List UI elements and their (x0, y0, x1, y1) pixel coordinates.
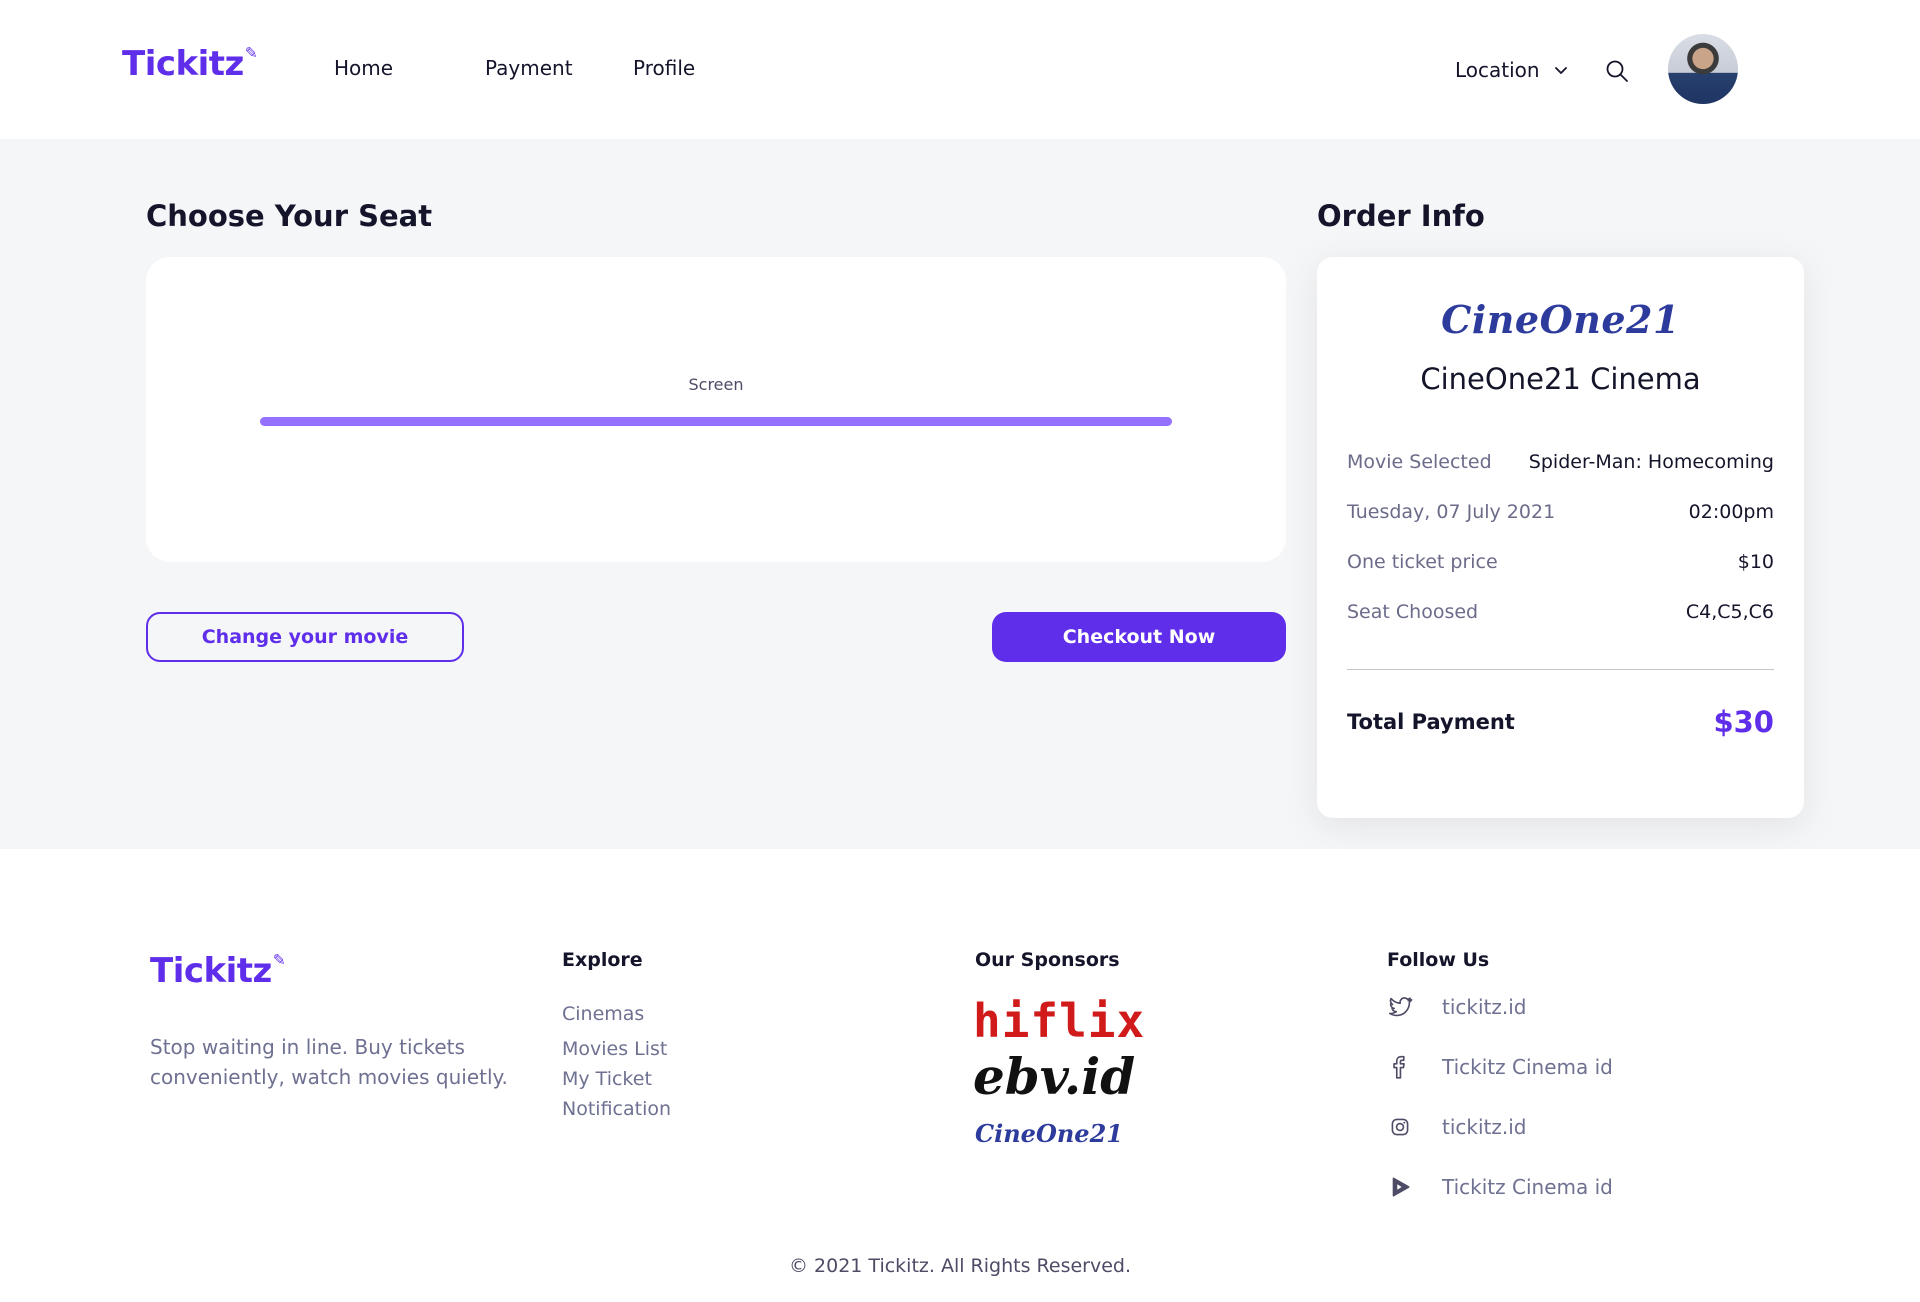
nav-payment[interactable]: Payment (485, 56, 573, 80)
info-row-movie: Movie Selected Spider-Man: Homecoming (1347, 451, 1774, 473)
sponsor-ebv-logo: ebv.id (973, 1047, 1136, 1106)
info-row-seats: Seat Choosed C4,C5,C6 (1347, 601, 1774, 623)
tickitz-logo[interactable]: Tickitz✎ (122, 44, 258, 84)
sponsors-title: Our Sponsors (975, 949, 1120, 971)
location-label: Location (1455, 58, 1540, 82)
explore-list: Cinemas Movies List My Ticket Notificati… (562, 999, 671, 1124)
info-key: Tuesday, 07 July 2021 (1347, 501, 1556, 523)
info-value: $10 (1737, 551, 1774, 573)
checkout-button[interactable]: Checkout Now (992, 612, 1286, 662)
user-avatar[interactable] (1668, 34, 1738, 104)
cinema-name: CineOne21 Cinema (1420, 362, 1701, 396)
info-key: Movie Selected (1347, 451, 1492, 473)
logo-text: Tickitz (122, 44, 244, 84)
instagram-icon (1384, 1111, 1416, 1143)
social-label: tickitz.id (1442, 1115, 1527, 1139)
total-value: $30 (1713, 705, 1774, 739)
copyright-text: © 2021 Tickitz. All Rights Reserved. (789, 1255, 1131, 1277)
footer-logo[interactable]: Tickitz✎ (150, 951, 286, 991)
cineone21-logo: CineOne21 (1441, 297, 1680, 342)
youtube-icon (1384, 1171, 1416, 1203)
explore-title: Explore (562, 949, 643, 971)
nav-profile[interactable]: Profile (633, 56, 695, 80)
info-key: Seat Choosed (1347, 601, 1479, 623)
social-label: tickitz.id (1442, 995, 1527, 1019)
location-dropdown[interactable]: Location (1455, 58, 1568, 82)
footer: Tickitz✎ Stop waiting in line. Buy ticke… (0, 849, 1920, 1302)
header: Tickitz✎ Home Payment Profile Location (0, 0, 1920, 139)
choose-seat-title: Choose Your Seat (146, 199, 433, 233)
info-value: 02:00pm (1688, 501, 1774, 523)
sponsor-hiflix-logo: hiflix (973, 994, 1146, 1048)
logo-text: Tickitz (150, 951, 272, 991)
sponsor-cineone21-logo: CineOne21 (975, 1119, 1123, 1148)
explore-link-notification[interactable]: Notification (562, 1094, 671, 1124)
social-twitter[interactable]: tickitz.id (1384, 991, 1526, 1023)
total-payment-row: Total Payment $30 (1347, 705, 1774, 739)
info-value: C4,C5,C6 (1685, 601, 1774, 623)
screen-bar (260, 417, 1172, 426)
explore-link-cinemas[interactable]: Cinemas (562, 999, 671, 1029)
social-instagram[interactable]: tickitz.id (1384, 1111, 1526, 1143)
info-row-price: One ticket price $10 (1347, 551, 1774, 573)
main-content: Choose Your Seat Order Info Screen Chang… (0, 139, 1920, 849)
explore-link-my-ticket[interactable]: My Ticket (562, 1064, 671, 1094)
footer-tagline: Stop waiting in line. Buy tickets conven… (150, 1035, 508, 1089)
order-info-title: Order Info (1317, 199, 1485, 233)
explore-link-movies-list[interactable]: Movies List (562, 1034, 671, 1064)
twitter-icon (1384, 991, 1416, 1023)
follow-us-title: Follow Us (1387, 949, 1490, 971)
ticket-icon: ✎ (272, 951, 286, 969)
change-movie-button[interactable]: Change your movie (146, 612, 464, 662)
info-row-date: Tuesday, 07 July 2021 02:00pm (1347, 501, 1774, 523)
order-divider (1347, 669, 1774, 670)
social-facebook[interactable]: Tickitz Cinema id (1384, 1051, 1613, 1083)
social-label: Tickitz Cinema id (1442, 1175, 1613, 1199)
info-key: One ticket price (1347, 551, 1498, 573)
info-value: Spider-Man: Homecoming (1528, 451, 1774, 473)
social-label: Tickitz Cinema id (1442, 1055, 1613, 1079)
total-label: Total Payment (1347, 710, 1515, 734)
order-info-card: CineOne21 CineOne21 Cinema Movie Selecte… (1317, 257, 1804, 818)
search-icon[interactable] (1604, 58, 1630, 84)
seat-card: Screen (146, 257, 1286, 562)
nav-home[interactable]: Home (334, 56, 393, 80)
facebook-icon (1384, 1051, 1416, 1083)
screen-label: Screen (688, 375, 744, 394)
ticket-icon: ✎ (244, 44, 258, 62)
social-youtube[interactable]: Tickitz Cinema id (1384, 1171, 1613, 1203)
chevron-down-icon (1554, 67, 1567, 74)
